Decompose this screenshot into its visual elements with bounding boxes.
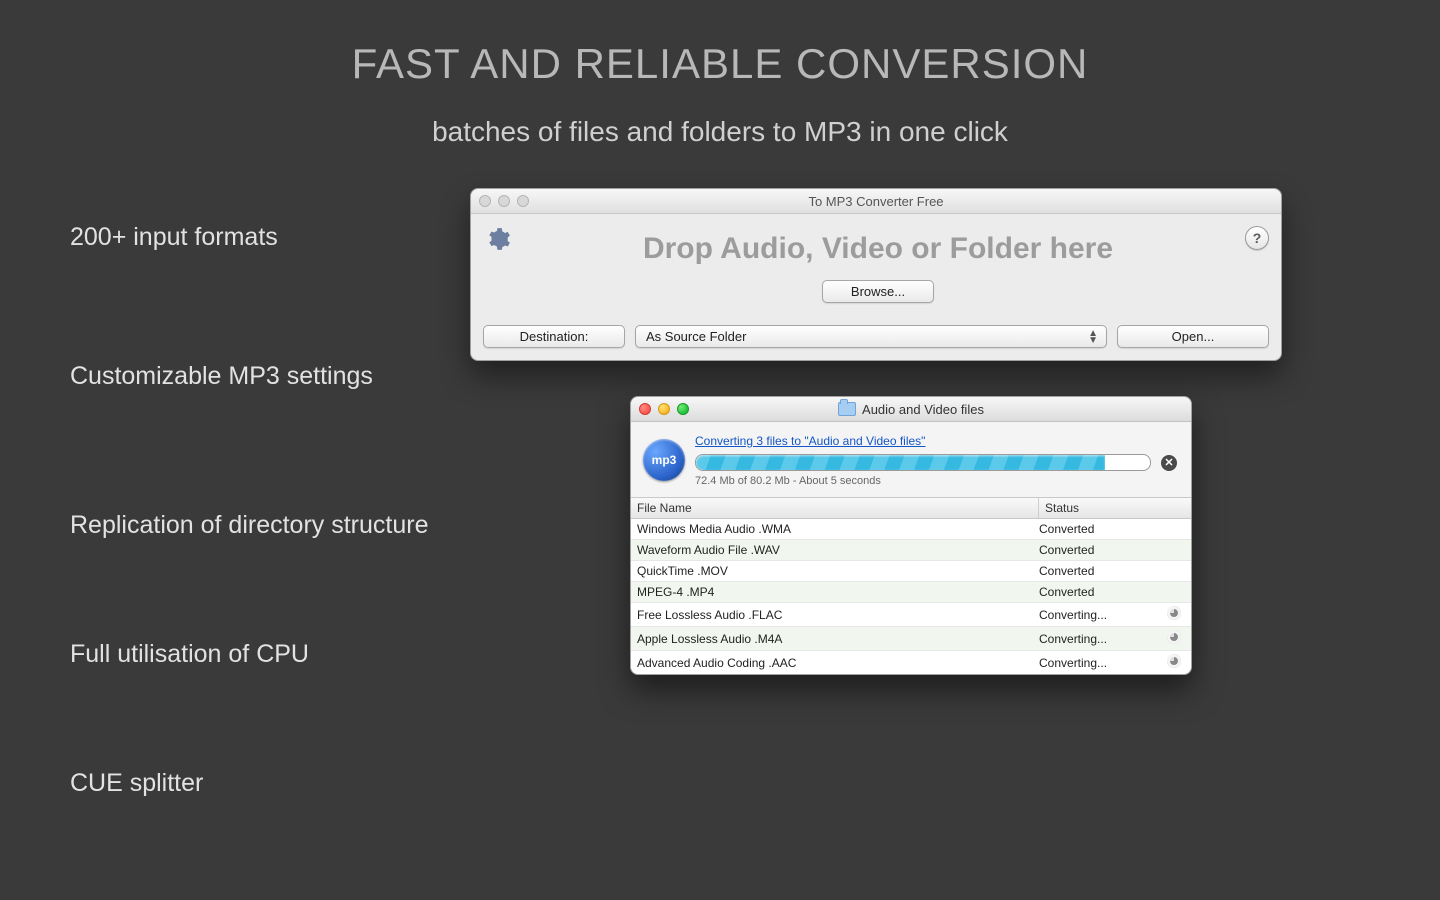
cell-status: Converting... — [1033, 629, 1157, 649]
cell-file-name: Apple Lossless Audio .M4A — [631, 629, 1033, 649]
cell-busy — [1157, 568, 1191, 574]
cell-status: Converted — [1033, 582, 1157, 602]
destination-button[interactable]: Destination: — [483, 325, 625, 348]
feature-input-formats: 200+ input formats — [70, 223, 470, 252]
column-status[interactable]: Status — [1039, 498, 1191, 518]
drop-window-titlebar[interactable]: To MP3 Converter Free — [471, 189, 1281, 214]
cell-busy — [1157, 526, 1191, 532]
cell-status: Converted — [1033, 540, 1157, 560]
cell-busy — [1157, 651, 1191, 674]
feature-dir-structure: Replication of directory structure — [70, 511, 470, 540]
cell-status: Converted — [1033, 519, 1157, 539]
cell-file-name: MPEG-4 .MP4 — [631, 582, 1033, 602]
cell-busy — [1157, 627, 1191, 650]
progress-bar — [695, 454, 1151, 471]
chevron-updown-icon: ▲▼ — [1088, 330, 1098, 344]
cancel-icon[interactable]: ✕ — [1161, 455, 1177, 471]
cell-busy — [1157, 589, 1191, 595]
progress-window-titlebar[interactable]: Audio and Video files — [631, 397, 1191, 422]
destination-select[interactable]: As Source Folder ▲▼ — [635, 325, 1107, 348]
cell-file-name: Windows Media Audio .WMA — [631, 519, 1033, 539]
table-row[interactable]: Apple Lossless Audio .M4AConverting... — [631, 627, 1191, 651]
help-icon[interactable]: ? — [1245, 226, 1269, 250]
cell-status: Converting... — [1033, 605, 1157, 625]
cell-file-name: Advanced Audio Coding .AAC — [631, 653, 1033, 673]
cell-file-name: Free Lossless Audio .FLAC — [631, 605, 1033, 625]
gear-icon[interactable] — [485, 226, 511, 252]
folder-icon — [838, 402, 856, 416]
cell-file-name: QuickTime .MOV — [631, 561, 1033, 581]
cell-status: Converted — [1033, 561, 1157, 581]
drop-window: To MP3 Converter Free Drop Audio, Video … — [470, 188, 1282, 361]
spinner-icon — [1167, 606, 1181, 620]
column-file-name[interactable]: File Name — [631, 498, 1039, 518]
progress-window-title: Audio and Video files — [862, 402, 984, 417]
table-row[interactable]: Free Lossless Audio .FLACConverting... — [631, 603, 1191, 627]
table-row[interactable]: QuickTime .MOVConverted — [631, 561, 1191, 582]
browse-button[interactable]: Browse... — [822, 280, 934, 303]
table-row[interactable]: MPEG-4 .MP4Converted — [631, 582, 1191, 603]
page-subtitle: batches of files and folders to MP3 in o… — [0, 116, 1440, 148]
progress-window: Audio and Video files mp3 Converting 3 f… — [630, 396, 1192, 675]
progress-link[interactable]: Converting 3 files to "Audio and Video f… — [695, 434, 925, 448]
drop-zone-text[interactable]: Drop Audio, Video or Folder here — [511, 232, 1245, 266]
page-title: FAST AND RELIABLE CONVERSION — [0, 40, 1440, 88]
destination-select-value: As Source Folder — [646, 329, 746, 344]
feature-cue-splitter: CUE splitter — [70, 769, 470, 798]
cell-file-name: Waveform Audio File .WAV — [631, 540, 1033, 560]
spinner-icon — [1167, 630, 1181, 644]
open-button[interactable]: Open... — [1117, 325, 1269, 348]
spinner-icon — [1167, 654, 1181, 668]
cell-busy — [1157, 603, 1191, 626]
cell-busy — [1157, 547, 1191, 553]
table-row[interactable]: Windows Media Audio .WMAConverted — [631, 519, 1191, 540]
progress-bar-fill — [696, 455, 1105, 470]
table-row[interactable]: Advanced Audio Coding .AACConverting... — [631, 651, 1191, 674]
progress-subtext: 72.4 Mb of 80.2 Mb - About 5 seconds — [695, 475, 1177, 487]
cell-status: Converting... — [1033, 653, 1157, 673]
feature-mp3-settings: Customizable MP3 settings — [70, 362, 470, 391]
feature-cpu: Full utilisation of CPU — [70, 640, 470, 669]
drop-window-title: To MP3 Converter Free — [471, 194, 1281, 209]
mp3-badge-icon: mp3 — [643, 439, 685, 481]
table-header: File Name Status — [631, 498, 1191, 519]
table-row[interactable]: Waveform Audio File .WAVConverted — [631, 540, 1191, 561]
